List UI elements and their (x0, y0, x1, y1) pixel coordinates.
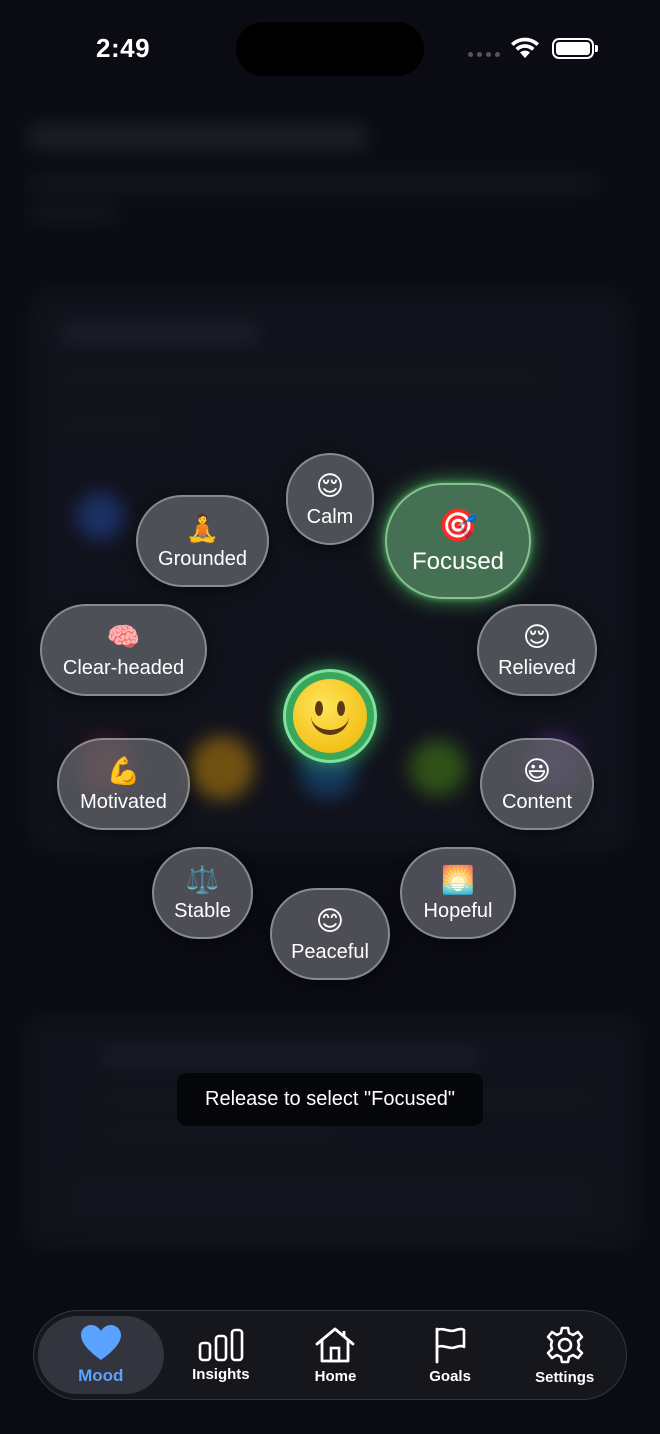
battery-icon (552, 38, 598, 59)
tab-label: Home (314, 1367, 357, 1385)
mood-drag-handle[interactable] (283, 669, 377, 763)
blurred-text (60, 370, 540, 384)
mood-bubble-calm[interactable]: 😌 Calm (286, 453, 374, 545)
tab-home[interactable]: Home (278, 1316, 393, 1394)
tab-label: Goals (429, 1367, 471, 1385)
mood-label: Peaceful (291, 940, 369, 963)
dynamic-island (236, 22, 424, 76)
selection-toast: Release to select "Focused" (177, 1073, 483, 1126)
sunrise-icon: 🌅 (441, 864, 475, 895)
tab-goals[interactable]: Goals (393, 1316, 508, 1394)
flag-icon (435, 1327, 466, 1363)
blurred-dot (190, 736, 254, 800)
calm-emoji-icon: 😌 (315, 470, 345, 501)
blurred-card-title (60, 322, 260, 344)
mood-label: Calm (306, 505, 354, 528)
blurred-dot (76, 492, 124, 540)
blurred-button (66, 1170, 600, 1226)
blurred-dot (410, 740, 466, 796)
mood-label: Relieved (498, 656, 576, 679)
tab-bar: Mood Insights Home Goals Settings (33, 1310, 627, 1400)
heart-icon (80, 1325, 121, 1360)
house-icon (316, 1327, 355, 1362)
mood-label: Focused (411, 548, 505, 575)
cellular-signal-icon (468, 52, 500, 57)
mood-bubble-stable[interactable]: ⚖️ Stable (152, 847, 253, 939)
blurred-text (100, 1126, 340, 1140)
mood-label: Clear-headed (62, 656, 185, 679)
flexed-biceps-icon: 💪 (106, 755, 141, 786)
mood-bubble-grounded[interactable]: 🧘 Grounded (136, 495, 269, 587)
smiling-face-icon: 😊 (315, 905, 345, 936)
balance-scale-icon: ⚖️ (185, 864, 220, 895)
mood-label: Motivated (80, 790, 167, 813)
mood-bubble-clear-headed[interactable]: 🧠 Clear-headed (40, 604, 207, 696)
mood-label: Stable (174, 899, 231, 922)
mood-bubble-hopeful[interactable]: 🌅 Hopeful (400, 847, 516, 939)
mood-bubble-content[interactable]: 😃 Content (480, 738, 594, 830)
tab-settings[interactable]: Settings (507, 1316, 622, 1394)
tab-insights[interactable]: Insights (164, 1316, 279, 1394)
tab-mood[interactable]: Mood (38, 1316, 164, 1394)
blurred-heading (28, 124, 368, 150)
mood-label: Hopeful (423, 899, 493, 922)
blurred-text (28, 176, 598, 192)
status-time: 2:49 (96, 33, 151, 63)
wifi-icon (510, 36, 540, 65)
grinning-face-icon: 😃 (522, 755, 552, 786)
mood-bubble-peaceful[interactable]: 😊 Peaceful (270, 888, 390, 980)
gear-icon (546, 1326, 583, 1363)
bar-chart-icon (198, 1328, 244, 1361)
tab-label: Mood (78, 1366, 124, 1385)
mood-bubble-motivated[interactable]: 💪 Motivated (57, 738, 190, 830)
slightly-smiling-face-icon (293, 679, 367, 753)
meditation-icon: 🧘 (185, 512, 220, 543)
mood-label: Grounded (158, 547, 247, 570)
brain-icon: 🧠 (106, 621, 141, 652)
tab-label: Settings (535, 1368, 595, 1386)
blurred-text (100, 1048, 480, 1066)
mood-bubble-relieved[interactable]: 😌 Relieved (477, 604, 597, 696)
target-icon: 🎯 (438, 507, 478, 543)
tab-label: Insights (192, 1365, 250, 1383)
mood-bubble-focused[interactable]: 🎯 Focused (385, 483, 531, 599)
mood-label: Content (501, 790, 573, 813)
blurred-text (60, 418, 170, 432)
blurred-text (28, 206, 118, 222)
relieved-face-icon: 😌 (522, 621, 552, 652)
